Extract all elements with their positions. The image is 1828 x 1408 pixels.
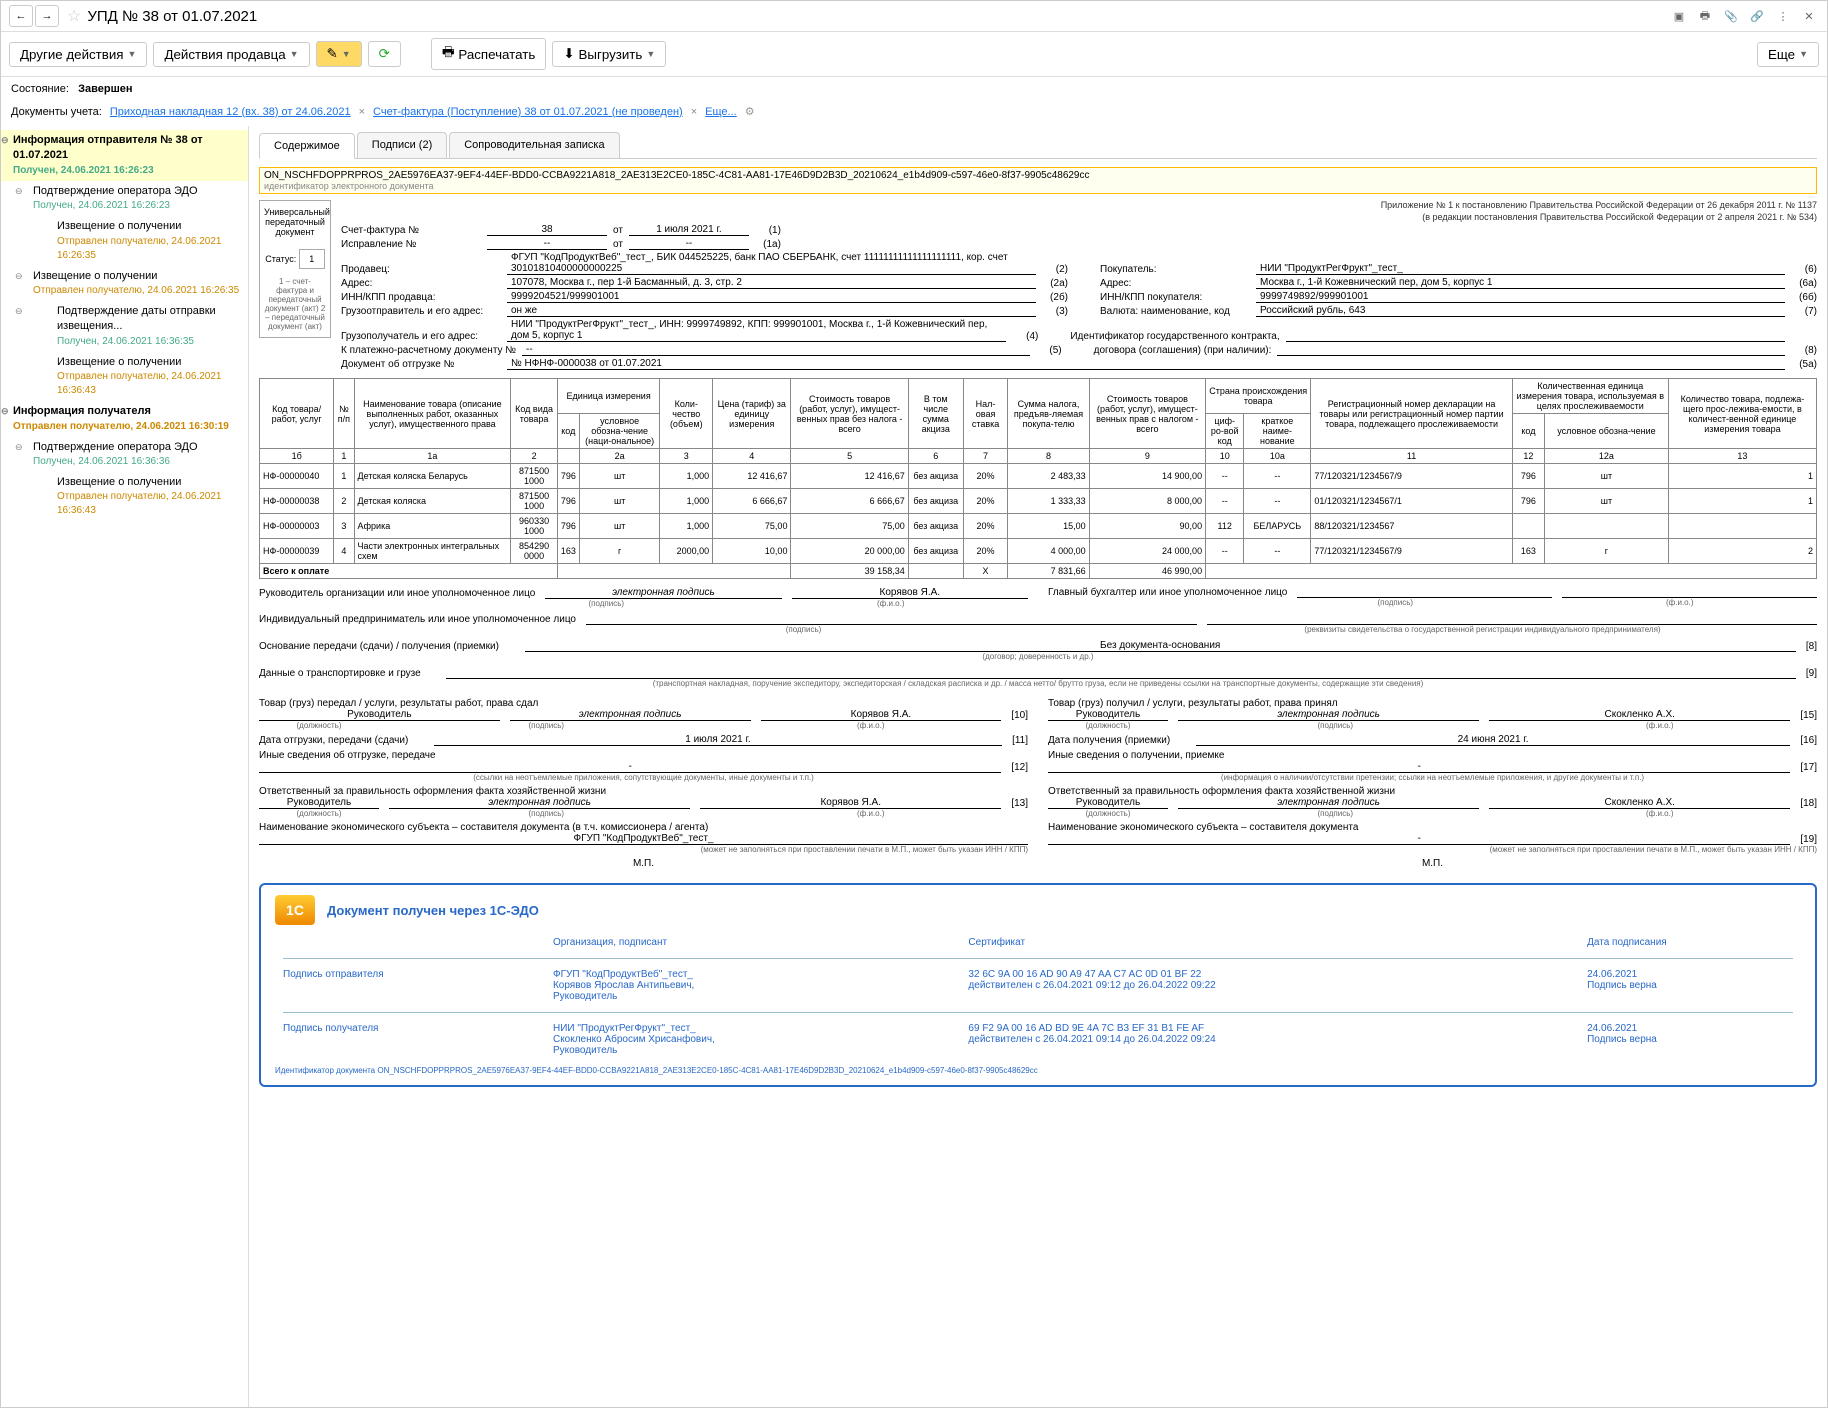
nav-back[interactable]: ←	[9, 5, 33, 27]
doc-ref-remove-1[interactable]: ×	[359, 106, 365, 118]
toolbar: Другие действия▼ Действия продавца▼ ✎▼ ⟳…	[1, 32, 1827, 77]
table-row[interactable]: НФ-000000394Части электронных интегральн…	[260, 539, 1817, 564]
doc-ref-more[interactable]: Еще...	[705, 106, 737, 118]
other-actions-button[interactable]: Другие действия▼	[9, 42, 147, 67]
content: Содержимое Подписи (2) Сопроводительная …	[249, 126, 1827, 1407]
edo-logo-icon: 1С	[275, 895, 315, 925]
edo-stamp: 1С Документ получен через 1С-ЭДО Организ…	[259, 883, 1817, 1087]
doc-ref-link-1[interactable]: Приходная накладная 12 (вх. 38) от 24.06…	[110, 106, 351, 118]
more-button[interactable]: Еще▼	[1757, 42, 1819, 67]
window-title: УПД № 38 от 01.07.2021	[87, 8, 1669, 25]
sidebar-item[interactable]: ⊖Информация получателяОтправлен получате…	[1, 401, 248, 436]
tabs: Содержимое Подписи (2) Сопроводительная …	[259, 132, 1817, 159]
titlebar: ← → ☆ УПД № 38 от 01.07.2021 ▣ 🖶 📎 🔗 ⋮ ✕	[1, 1, 1827, 32]
tab-note[interactable]: Сопроводительная записка	[449, 132, 619, 158]
new-window-icon[interactable]: ▣	[1669, 6, 1689, 26]
tab-content[interactable]: Содержимое	[259, 133, 355, 159]
export-button[interactable]: ⬇ Выгрузить▼	[552, 41, 666, 67]
doc-type-box: Универсальный передаточный документ Стат…	[259, 200, 331, 338]
print-icon[interactable]: 🖶	[1695, 6, 1715, 26]
sidebar-item[interactable]: Извещение о полученииОтправлен получател…	[1, 216, 248, 265]
sidebar-item[interactable]: ⊖Подтверждение даты отправки извещения..…	[1, 301, 248, 352]
sidebar-root[interactable]: ⊖ Информация отправителя № 38 от 01.07.2…	[1, 130, 248, 181]
kebab-icon[interactable]: ⋮	[1773, 6, 1793, 26]
gear-icon[interactable]: ⚙	[745, 105, 755, 118]
table-row[interactable]: НФ-000000033Африка960330 1000796шт1,0007…	[260, 514, 1817, 539]
doc-id-box: ON_NSCHFDOPPRPROS_2AE5976EA37-9EF4-44EF-…	[259, 167, 1817, 194]
refresh-button[interactable]: ⟳	[368, 41, 401, 67]
table-row[interactable]: НФ-000000382Детская коляска871500 100079…	[260, 489, 1817, 514]
favorite-icon[interactable]: ☆	[67, 6, 81, 26]
close-icon[interactable]: ✕	[1799, 6, 1819, 26]
regulation-note-2: (в редакции постановления Правительства …	[341, 212, 1817, 222]
seller-actions-button[interactable]: Действия продавца▼	[153, 42, 309, 67]
print-button[interactable]: 🖶 Распечатать	[431, 38, 547, 70]
sidebar-item[interactable]: ⊖Подтверждение оператора ЭДОПолучен, 24.…	[1, 437, 248, 472]
sidebar-item[interactable]: Извещение о полученииОтправлен получател…	[1, 472, 248, 521]
transfer-left: Товар (груз) передал / услуги, результат…	[259, 698, 1028, 869]
sidebar-item[interactable]: ⊖Извещение о полученииОтправлен получате…	[1, 266, 248, 301]
status-row: Состояние: Завершен	[1, 77, 1827, 101]
transfer-right: Товар (груз) получил / услуги, результат…	[1048, 698, 1817, 869]
regulation-note-1: Приложение № 1 к постановлению Правитель…	[341, 200, 1817, 210]
sidebar: ⊖ Информация отправителя № 38 от 01.07.2…	[1, 126, 249, 1407]
tab-signatures[interactable]: Подписи (2)	[357, 132, 447, 158]
compose-button[interactable]: ✎▼	[316, 41, 362, 67]
doc-ref-link-2[interactable]: Счет-фактура (Поступление) 38 от 01.07.2…	[373, 106, 683, 118]
nav-forward[interactable]: →	[35, 5, 59, 27]
doc-ref-remove-2[interactable]: ×	[691, 106, 697, 118]
sidebar-item[interactable]: Извещение о полученииОтправлен получател…	[1, 352, 248, 401]
doc-refs: Документы учета: Приходная накладная 12 …	[1, 101, 1827, 126]
sidebar-item[interactable]: ⊖Подтверждение оператора ЭДОПолучен, 24.…	[1, 181, 248, 216]
link-icon[interactable]: 🔗	[1747, 6, 1767, 26]
items-table: Код товара/ работ, услуг № п/п Наименова…	[259, 378, 1817, 579]
table-row[interactable]: НФ-000000401Детская коляска Беларусь8715…	[260, 464, 1817, 489]
attach-icon[interactable]: 📎	[1721, 6, 1741, 26]
